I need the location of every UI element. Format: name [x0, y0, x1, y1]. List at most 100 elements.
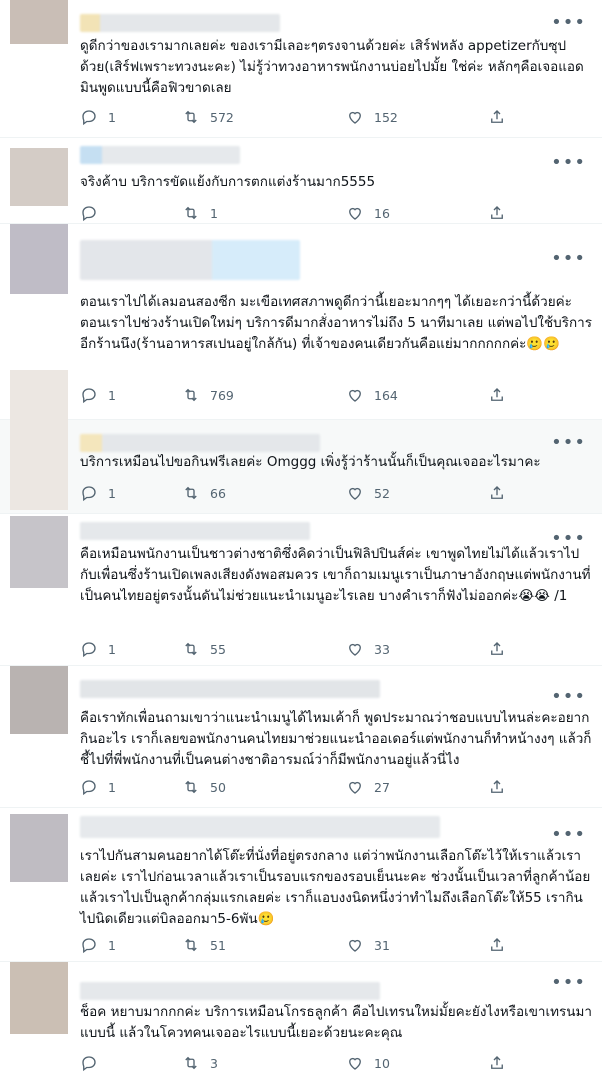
retweet-button[interactable]: 3: [182, 1054, 218, 1072]
avatar[interactable]: [10, 666, 68, 734]
reply-button[interactable]: 1: [80, 484, 116, 502]
heart-icon: [349, 111, 361, 124]
like-button[interactable]: 31: [346, 936, 390, 954]
tweet[interactable]: ••• คือเราทักเพื่อนถามเขาว่าแนะนำเมนูได้…: [0, 666, 602, 808]
tweet-actions: 1 769 164: [80, 386, 520, 406]
tweet-text: คือเหมือนพนักงานเป็นชาวต่างชาติซึ่งคิดว่…: [80, 546, 591, 604]
share-button[interactable]: [488, 204, 506, 222]
reply-button[interactable]: 1: [80, 386, 116, 404]
reply-icon: [82, 780, 96, 796]
retweet-button[interactable]: 572: [182, 108, 234, 126]
reply-icon: [82, 938, 96, 954]
avatar[interactable]: [10, 814, 68, 882]
retweet-button[interactable]: 51: [182, 936, 226, 954]
reply-icon: [82, 486, 96, 502]
avatar[interactable]: [10, 962, 68, 1034]
tweet[interactable]: ••• จริงค้าบ บริการขัดแย้งกับการตกแต่งร้…: [0, 138, 602, 224]
author-name-blurred: [80, 14, 280, 32]
heart-icon: [349, 643, 361, 656]
retweet-icon: [185, 1056, 197, 1070]
retweet-count: 572: [210, 109, 234, 125]
like-button[interactable]: 152: [346, 108, 398, 126]
retweet-icon: [185, 388, 197, 402]
retweet-count: 66: [210, 485, 226, 501]
share-button[interactable]: [488, 640, 506, 658]
reply-count: 1: [108, 937, 116, 953]
like-count: 16: [374, 205, 390, 221]
like-button[interactable]: 10: [346, 1054, 390, 1072]
tweet-actions: 1 66 52: [80, 484, 520, 504]
tweet[interactable]: ••• คือเหมือนพนักงานเป็นชาวต่างชาติซึ่งค…: [0, 514, 602, 666]
avatar[interactable]: [10, 516, 68, 588]
tweet-text: จริงค้าบ บริการขัดแย้งกับการตกแต่งร้านมา…: [80, 174, 376, 190]
like-count: 31: [374, 937, 390, 953]
tweet-text: คือเราทักเพื่อนถามเขาว่าแนะนำเมนูได้ไหมเ…: [80, 710, 592, 768]
reply-button[interactable]: 1: [80, 108, 116, 126]
retweet-button[interactable]: 1: [182, 204, 218, 222]
like-count: 10: [374, 1055, 390, 1071]
reply-button[interactable]: [80, 1054, 108, 1072]
more-options-icon[interactable]: •••: [551, 974, 586, 992]
reply-button[interactable]: 1: [80, 936, 116, 954]
tweet-text: บริการเหมือนไปขอกินฟรีเลยค่ะ Omggg เพิ่ง…: [80, 454, 541, 470]
author-name-blurred: [80, 146, 240, 164]
more-options-icon[interactable]: •••: [551, 530, 586, 548]
tweet[interactable]: ••• ดูดีกว่าของเรามากเลยค่ะ ของเรามีเลอะ…: [0, 0, 602, 138]
more-options-icon[interactable]: •••: [551, 14, 586, 32]
tweet-text: ตอนเราไปได้เลมอนสองซีก มะเขือเทศสภาพดูดี…: [80, 294, 592, 352]
tweet[interactable]: ••• บริการเหมือนไปขอกินฟรีเลยค่ะ Omggg เ…: [0, 370, 602, 514]
author-name-blurred: [80, 434, 320, 452]
share-icon: [491, 110, 503, 123]
like-button[interactable]: 52: [346, 484, 390, 502]
avatar[interactable]: [10, 0, 68, 44]
more-options-icon[interactable]: •••: [551, 688, 586, 706]
heart-icon: [349, 207, 361, 220]
reply-button[interactable]: 1: [80, 640, 116, 658]
retweet-button[interactable]: 769: [182, 386, 234, 404]
retweet-count: 50: [210, 779, 226, 795]
more-options-icon[interactable]: •••: [551, 826, 586, 844]
like-button[interactable]: 16: [346, 204, 390, 222]
reply-icon: [82, 642, 96, 658]
heart-icon: [349, 781, 361, 794]
retweet-button[interactable]: 66: [182, 484, 226, 502]
tweet[interactable]: ••• ช็อค หยาบมากกกค่ะ บริการเหมือนโกรธลู…: [0, 962, 602, 1081]
tweet[interactable]: ••• ตอนเราไปได้เลมอนสองซีก มะเขือเทศสภาพ…: [0, 224, 602, 420]
like-button[interactable]: 33: [346, 640, 390, 658]
like-button[interactable]: 164: [346, 386, 398, 404]
tweet[interactable]: ••• เราไปกันสามคนอยากได้โต๊ะที่นั่งที่อย…: [0, 808, 602, 962]
retweet-button[interactable]: 50: [182, 778, 226, 796]
heart-icon: [349, 1057, 361, 1070]
share-button[interactable]: [488, 936, 506, 954]
avatar[interactable]: [10, 370, 68, 510]
more-options-icon[interactable]: •••: [551, 434, 586, 452]
retweet-button[interactable]: 55: [182, 640, 226, 658]
share-icon: [491, 1056, 503, 1069]
like-count: 152: [374, 109, 398, 125]
avatar[interactable]: [10, 224, 68, 294]
share-button[interactable]: [488, 484, 506, 502]
share-icon: [491, 486, 503, 499]
share-button[interactable]: [488, 386, 506, 404]
reply-button[interactable]: [80, 204, 108, 222]
share-icon: [491, 780, 503, 793]
retweet-icon: [185, 486, 197, 500]
more-options-icon[interactable]: •••: [551, 154, 586, 172]
reply-icon: [82, 388, 96, 404]
like-button[interactable]: 27: [346, 778, 390, 796]
retweet-count: 1: [210, 205, 218, 221]
tweet-text: เราไปกันสามคนอยากได้โต๊ะที่นั่งที่อยู่ตร…: [80, 848, 591, 927]
reply-icon: [82, 1056, 96, 1072]
more-options-icon[interactable]: •••: [551, 250, 586, 268]
reply-button[interactable]: 1: [80, 778, 116, 796]
like-count: 27: [374, 779, 390, 795]
retweet-count: 769: [210, 387, 234, 403]
tweet-actions: 1 50 27: [80, 778, 520, 798]
retweet-count: 51: [210, 937, 226, 953]
share-button[interactable]: [488, 108, 506, 126]
avatar[interactable]: [10, 148, 68, 206]
share-button[interactable]: [488, 778, 506, 796]
share-button[interactable]: [488, 1054, 506, 1072]
retweet-icon: [185, 780, 197, 794]
author-name-blurred: [80, 982, 380, 1000]
